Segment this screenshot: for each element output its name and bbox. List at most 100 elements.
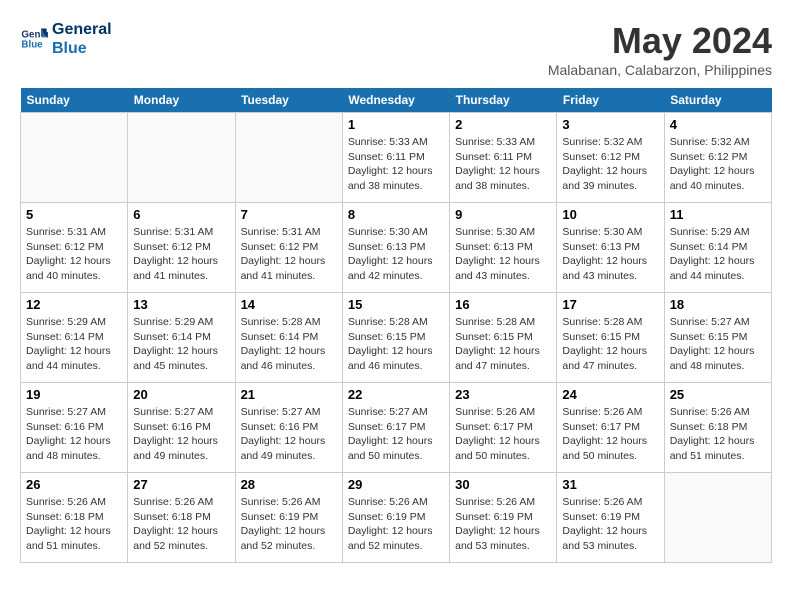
calendar-cell [128, 113, 235, 203]
cell-info: Sunrise: 5:32 AM Sunset: 6:12 PM Dayligh… [670, 135, 766, 194]
logo-line2: Blue [52, 39, 112, 58]
calendar-cell: 20 Sunrise: 5:27 AM Sunset: 6:16 PM Dayli… [128, 383, 235, 473]
month-title: May 2024 [548, 20, 772, 62]
date-number: 21 [241, 387, 337, 402]
date-number: 1 [348, 117, 444, 132]
cell-info: Sunrise: 5:26 AM Sunset: 6:19 PM Dayligh… [455, 495, 551, 554]
calendar-cell: 24 Sunrise: 5:26 AM Sunset: 6:17 PM Dayli… [557, 383, 664, 473]
calendar-cell: 7 Sunrise: 5:31 AM Sunset: 6:12 PM Daylig… [235, 203, 342, 293]
calendar-cell: 30 Sunrise: 5:26 AM Sunset: 6:19 PM Dayli… [450, 473, 557, 563]
date-number: 31 [562, 477, 658, 492]
date-number: 2 [455, 117, 551, 132]
cell-info: Sunrise: 5:31 AM Sunset: 6:12 PM Dayligh… [133, 225, 229, 284]
header-row: SundayMondayTuesdayWednesdayThursdayFrid… [21, 88, 772, 113]
cell-info: Sunrise: 5:31 AM Sunset: 6:12 PM Dayligh… [241, 225, 337, 284]
date-number: 24 [562, 387, 658, 402]
date-number: 17 [562, 297, 658, 312]
day-header-tuesday: Tuesday [235, 88, 342, 113]
cell-info: Sunrise: 5:26 AM Sunset: 6:19 PM Dayligh… [562, 495, 658, 554]
calendar-cell: 27Sunrise: 5:26 AM Sunset: 6:18 PM Dayli… [128, 473, 235, 563]
day-header-saturday: Saturday [664, 88, 771, 113]
calendar-cell: 29Sunrise: 5:26 AM Sunset: 6:19 PM Dayli… [342, 473, 449, 563]
cell-info: Sunrise: 5:26 AM Sunset: 6:18 PM Dayligh… [26, 495, 122, 554]
date-number: 16 [455, 297, 551, 312]
calendar-cell: 26Sunrise: 5:26 AM Sunset: 6:18 PM Dayli… [21, 473, 128, 563]
cell-info: Sunrise: 5:26 AM Sunset: 6:17 PM Dayligh… [562, 405, 658, 464]
calendar-table: SundayMondayTuesdayWednesdayThursdayFrid… [20, 88, 772, 563]
date-number: 27 [133, 477, 229, 492]
date-number: 20 [133, 387, 229, 402]
calendar-cell: 9 Sunrise: 5:30 AM Sunset: 6:13 PM Daylig… [450, 203, 557, 293]
calendar-cell: 2 Sunrise: 5:33 AM Sunset: 6:11 PM Daylig… [450, 113, 557, 203]
date-number: 28 [241, 477, 337, 492]
date-number: 6 [133, 207, 229, 222]
cell-info: Sunrise: 5:30 AM Sunset: 6:13 PM Dayligh… [562, 225, 658, 284]
cell-info: Sunrise: 5:27 AM Sunset: 6:16 PM Dayligh… [26, 405, 122, 464]
cell-info: Sunrise: 5:30 AM Sunset: 6:13 PM Dayligh… [455, 225, 551, 284]
cell-info: Sunrise: 5:28 AM Sunset: 6:15 PM Dayligh… [455, 315, 551, 374]
calendar-cell: 19Sunrise: 5:27 AM Sunset: 6:16 PM Dayli… [21, 383, 128, 473]
calendar-cell: 23Sunrise: 5:26 AM Sunset: 6:17 PM Dayli… [450, 383, 557, 473]
cell-info: Sunrise: 5:27 AM Sunset: 6:16 PM Dayligh… [241, 405, 337, 464]
cell-info: Sunrise: 5:27 AM Sunset: 6:16 PM Dayligh… [133, 405, 229, 464]
cell-info: Sunrise: 5:27 AM Sunset: 6:17 PM Dayligh… [348, 405, 444, 464]
calendar-cell: 18 Sunrise: 5:27 AM Sunset: 6:15 PM Dayli… [664, 293, 771, 383]
calendar-cell: 12Sunrise: 5:29 AM Sunset: 6:14 PM Dayli… [21, 293, 128, 383]
calendar-cell: 22 Sunrise: 5:27 AM Sunset: 6:17 PM Dayli… [342, 383, 449, 473]
calendar-cell: 10 Sunrise: 5:30 AM Sunset: 6:13 PM Dayli… [557, 203, 664, 293]
day-header-monday: Monday [128, 88, 235, 113]
date-number: 4 [670, 117, 766, 132]
date-number: 5 [26, 207, 122, 222]
cell-info: Sunrise: 5:26 AM Sunset: 6:18 PM Dayligh… [670, 405, 766, 464]
calendar-cell: 28Sunrise: 5:26 AM Sunset: 6:19 PM Dayli… [235, 473, 342, 563]
week-row-5: 26Sunrise: 5:26 AM Sunset: 6:18 PM Dayli… [21, 473, 772, 563]
cell-info: Sunrise: 5:29 AM Sunset: 6:14 PM Dayligh… [670, 225, 766, 284]
cell-info: Sunrise: 5:31 AM Sunset: 6:12 PM Dayligh… [26, 225, 122, 284]
calendar-cell: 1 Sunrise: 5:33 AM Sunset: 6:11 PM Daylig… [342, 113, 449, 203]
logo-icon: General Blue [20, 25, 48, 53]
date-number: 29 [348, 477, 444, 492]
date-number: 18 [670, 297, 766, 312]
logo: General Blue General Blue [20, 20, 112, 58]
calendar-cell [664, 473, 771, 563]
cell-info: Sunrise: 5:33 AM Sunset: 6:11 PM Dayligh… [348, 135, 444, 194]
date-number: 3 [562, 117, 658, 132]
date-number: 13 [133, 297, 229, 312]
day-header-wednesday: Wednesday [342, 88, 449, 113]
week-row-1: 1 Sunrise: 5:33 AM Sunset: 6:11 PM Daylig… [21, 113, 772, 203]
calendar-cell: 6 Sunrise: 5:31 AM Sunset: 6:12 PM Daylig… [128, 203, 235, 293]
calendar-cell: 13Sunrise: 5:29 AM Sunset: 6:14 PM Dayli… [128, 293, 235, 383]
calendar-cell: 4 Sunrise: 5:32 AM Sunset: 6:12 PM Daylig… [664, 113, 771, 203]
date-number: 12 [26, 297, 122, 312]
calendar-cell: 8Sunrise: 5:30 AM Sunset: 6:13 PM Daylig… [342, 203, 449, 293]
week-row-4: 19Sunrise: 5:27 AM Sunset: 6:16 PM Dayli… [21, 383, 772, 473]
calendar-cell: 16 Sunrise: 5:28 AM Sunset: 6:15 PM Dayli… [450, 293, 557, 383]
calendar-cell: 25Sunrise: 5:26 AM Sunset: 6:18 PM Dayli… [664, 383, 771, 473]
date-number: 15 [348, 297, 444, 312]
date-number: 10 [562, 207, 658, 222]
calendar-cell: 17 Sunrise: 5:28 AM Sunset: 6:15 PM Dayli… [557, 293, 664, 383]
location: Malabanan, Calabarzon, Philippines [548, 62, 772, 78]
cell-info: Sunrise: 5:33 AM Sunset: 6:11 PM Dayligh… [455, 135, 551, 194]
page-header: General Blue General Blue May 2024 Malab… [20, 20, 772, 78]
cell-info: Sunrise: 5:28 AM Sunset: 6:15 PM Dayligh… [562, 315, 658, 374]
svg-text:Blue: Blue [21, 40, 43, 51]
date-number: 22 [348, 387, 444, 402]
date-number: 8 [348, 207, 444, 222]
cell-info: Sunrise: 5:28 AM Sunset: 6:15 PM Dayligh… [348, 315, 444, 374]
date-number: 7 [241, 207, 337, 222]
cell-info: Sunrise: 5:32 AM Sunset: 6:12 PM Dayligh… [562, 135, 658, 194]
calendar-cell [235, 113, 342, 203]
calendar-cell: 5 Sunrise: 5:31 AM Sunset: 6:12 PM Daylig… [21, 203, 128, 293]
calendar-cell: 14Sunrise: 5:28 AM Sunset: 6:14 PM Dayli… [235, 293, 342, 383]
date-number: 9 [455, 207, 551, 222]
cell-info: Sunrise: 5:28 AM Sunset: 6:14 PM Dayligh… [241, 315, 337, 374]
date-number: 30 [455, 477, 551, 492]
calendar-cell: 31 Sunrise: 5:26 AM Sunset: 6:19 PM Dayli… [557, 473, 664, 563]
calendar-cell [21, 113, 128, 203]
calendar-cell: 11Sunrise: 5:29 AM Sunset: 6:14 PM Dayli… [664, 203, 771, 293]
week-row-2: 5 Sunrise: 5:31 AM Sunset: 6:12 PM Daylig… [21, 203, 772, 293]
cell-info: Sunrise: 5:27 AM Sunset: 6:15 PM Dayligh… [670, 315, 766, 374]
day-header-friday: Friday [557, 88, 664, 113]
title-block: May 2024 Malabanan, Calabarzon, Philippi… [548, 20, 772, 78]
